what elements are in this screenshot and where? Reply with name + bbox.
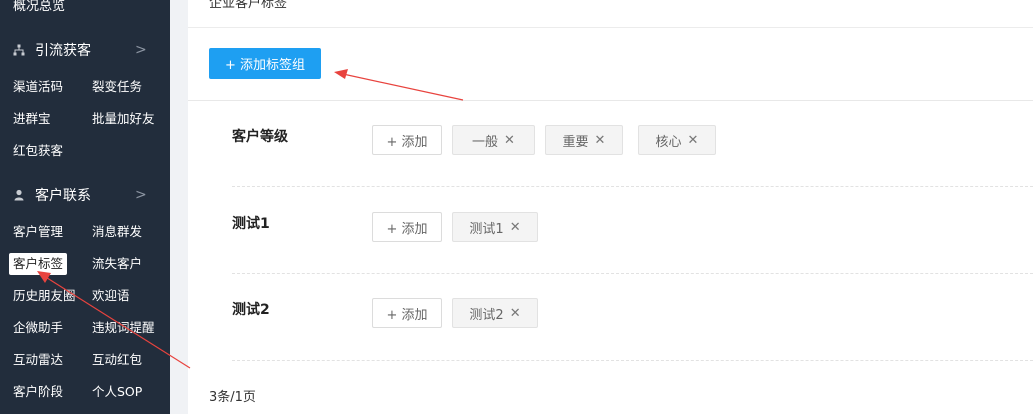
tag-label: 测试1 [469,221,504,237]
sidebar-item-batch-add-friends[interactable]: 批量加好友 [88,108,159,130]
sidebar-item-moments-history[interactable]: 历史朋友圈 [9,285,80,307]
close-icon[interactable]: ✕ [510,220,521,235]
tag-chip[interactable]: 一般 ✕ [452,125,535,155]
page-title: 企业客户标签 [209,0,288,11]
tag-group-name: 客户等级 [232,129,288,145]
chevron-right-icon: > [135,42,147,58]
tag-label: 一般 [472,134,499,150]
tag-chip[interactable]: 测试2 ✕ [452,298,538,328]
tag-label: 重要 [562,134,589,150]
sidebar-item-channel-qr[interactable]: 渠道活码 [9,76,67,98]
close-icon[interactable]: ✕ [595,133,606,148]
close-icon[interactable]: ✕ [688,133,699,148]
sidebar-item-personal-sop[interactable]: 个人SOP [88,381,146,403]
sidebar-section-lead-gen[interactable]: 引流获客 > [13,40,147,60]
tag-chip[interactable]: 重要 ✕ [545,125,623,155]
pagination-info: 3条/1页 [209,390,256,405]
sidebar-item-wecom-assistant[interactable]: 企微助手 [9,317,67,339]
tag-chip[interactable]: 核心 ✕ [638,125,716,155]
main-panel: 企业客户标签 + 添加标签组 客户等级 + 添加 一般 ✕ 重要 ✕ 核心 ✕ … [188,0,1033,414]
sidebar-item-customer-stage[interactable]: 客户阶段 [9,381,67,403]
sidebar-item-lost-customers[interactable]: 流失客户 [88,253,146,275]
sidebar-item-welcome-message[interactable]: 欢迎语 [88,285,134,307]
sidebar-item-overview[interactable]: 概况总览 [13,0,65,14]
close-icon[interactable]: ✕ [504,133,515,148]
sidebar-item-group-join[interactable]: 进群宝 [9,108,55,130]
sidebar-section-title: 引流获客 [35,43,91,59]
sidebar: 概况总览 引流获客 > 渠道活码 裂变任务 进群宝 批量加好友 红包获客 客户联… [0,0,170,414]
sidebar-item-red-packet[interactable]: 红包获客 [9,140,67,162]
sidebar-item-banned-words[interactable]: 违规词提醒 [88,317,159,339]
user-icon [13,189,25,201]
sitemap-icon [13,44,25,56]
add-tag-button[interactable]: + 添加 [372,298,442,328]
sidebar-item-customer-management[interactable]: 客户管理 [9,221,67,243]
chevron-right-icon: > [135,187,147,203]
sidebar-section-customer-contact[interactable]: 客户联系 > [13,185,147,205]
sidebar-section-title: 客户联系 [35,188,91,204]
sidebar-item-mass-message[interactable]: 消息群发 [88,221,146,243]
sidebar-item-interaction-red-packet[interactable]: 互动红包 [88,349,146,371]
tag-label: 核心 [655,134,682,150]
divider [188,100,1033,101]
sidebar-item-interaction-radar[interactable]: 互动雷达 [9,349,67,371]
row-divider [232,186,1033,187]
row-divider [232,273,1033,274]
sidebar-item-customer-tags[interactable]: 客户标签 [9,253,68,275]
sidebar-item-fission-task[interactable]: 裂变任务 [88,76,146,98]
row-divider [232,360,1033,361]
add-tag-button[interactable]: + 添加 [372,125,442,155]
add-tag-button[interactable]: + 添加 [372,212,442,242]
tag-group-name: 测试2 [232,302,270,318]
tag-label: 测试2 [469,307,504,323]
add-tag-group-button[interactable]: + 添加标签组 [209,48,321,79]
close-icon[interactable]: ✕ [510,306,521,321]
tag-chip[interactable]: 测试1 ✕ [452,212,538,242]
page-header: 企业客户标签 [188,0,1033,28]
tag-group-name: 测试1 [232,216,270,232]
